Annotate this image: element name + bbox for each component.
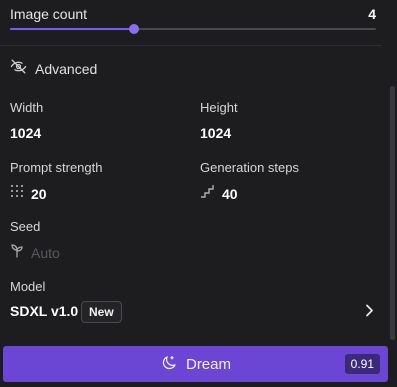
prompt-strength-field[interactable]: 20 — [10, 184, 47, 203]
image-count-value: 4 — [368, 6, 376, 22]
generation-steps-value: 40 — [222, 185, 238, 202]
generation-steps-label: Generation steps — [200, 160, 300, 175]
dream-label: Dream — [185, 355, 231, 373]
width-label: Width — [10, 100, 44, 115]
advanced-label: Advanced — [35, 61, 98, 77]
slider-fill — [10, 28, 135, 30]
scrollbar-thumb[interactable] — [390, 86, 395, 340]
new-badge: New — [81, 301, 122, 323]
slider-thumb[interactable] — [129, 24, 140, 34]
model-value[interactable]: SDXL v1.0 — [10, 303, 78, 319]
seed-field[interactable]: Auto — [10, 243, 60, 263]
generation-steps-field[interactable]: 40 — [200, 184, 238, 203]
divider — [0, 45, 382, 46]
sprout-icon — [10, 243, 24, 263]
prompt-strength-value: 20 — [31, 185, 47, 202]
dream-button[interactable]: Dream 0.91 — [3, 346, 388, 382]
chevron-right-icon[interactable] — [365, 304, 374, 322]
model-label: Model — [10, 279, 46, 294]
seed-placeholder: Auto — [31, 245, 60, 261]
cost-badge: 0.91 — [344, 354, 380, 374]
image-count-label: Image count — [10, 6, 88, 22]
advanced-toggle[interactable]: Advanced — [10, 58, 97, 80]
seed-label: Seed — [10, 219, 41, 234]
stairs-icon — [200, 184, 215, 203]
height-value[interactable]: 1024 — [200, 125, 231, 141]
moon-sparkle-icon — [160, 354, 178, 375]
grid-dots-icon — [10, 184, 24, 203]
width-value[interactable]: 1024 — [10, 125, 41, 141]
prompt-strength-label: Prompt strength — [10, 160, 103, 175]
eye-off-icon — [10, 58, 27, 80]
height-label: Height — [200, 100, 238, 115]
settings-panel: Image count 4 Advanced Width 1024 Height… — [0, 0, 397, 387]
image-count-slider[interactable] — [10, 24, 376, 34]
